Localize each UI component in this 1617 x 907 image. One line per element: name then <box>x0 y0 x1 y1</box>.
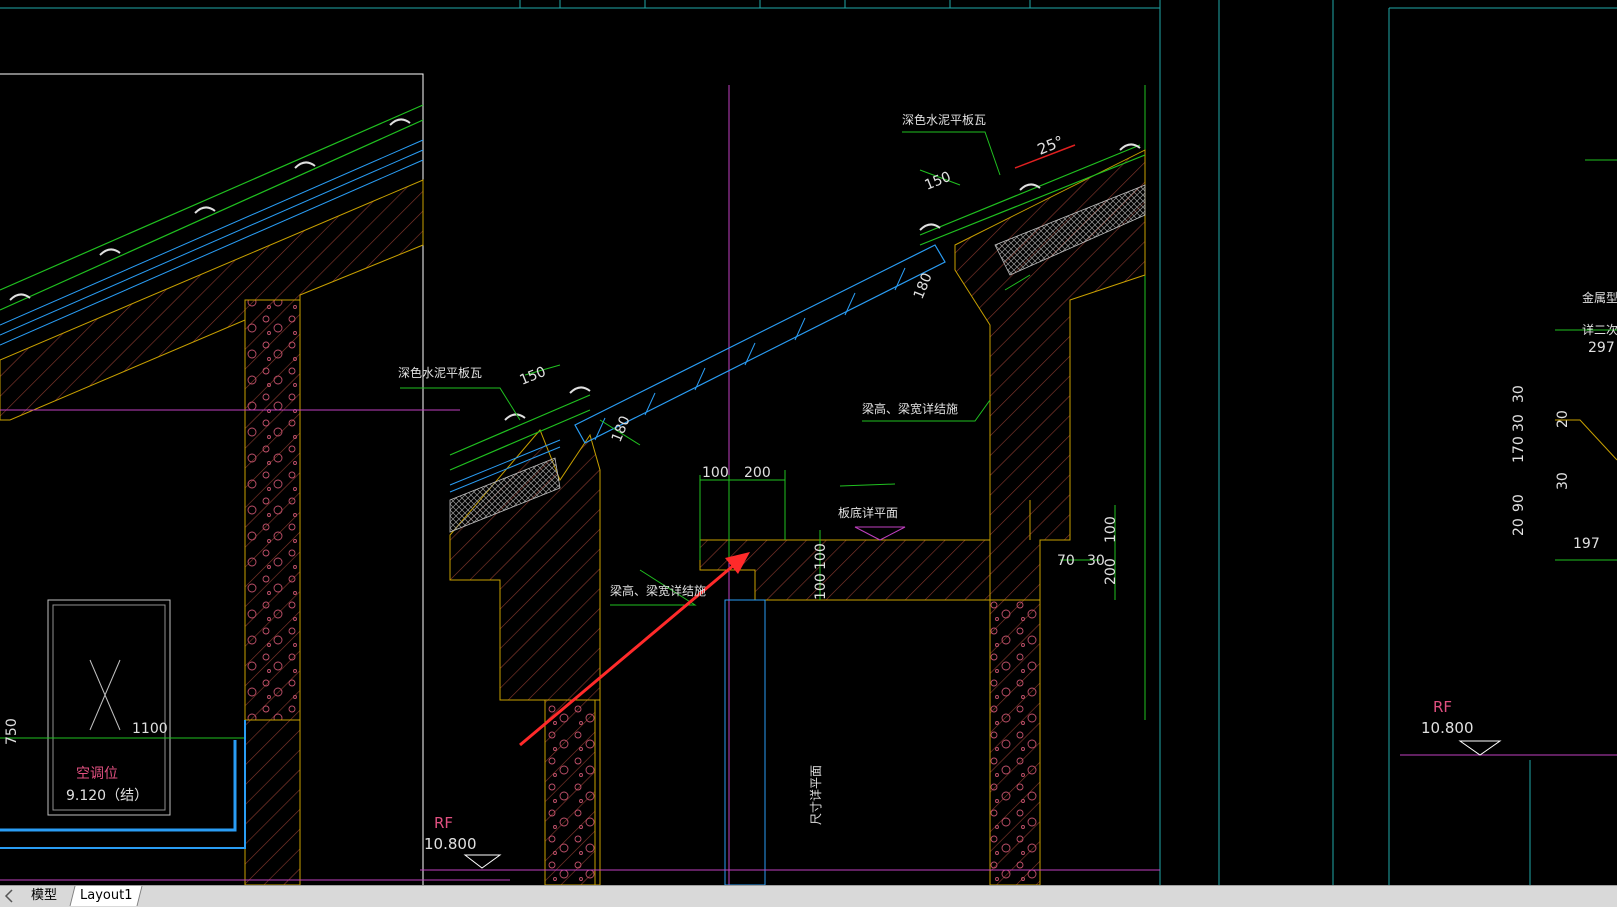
tab-nav-arrow-icon[interactable] <box>0 886 18 906</box>
dim-180-right: 180 <box>911 271 936 302</box>
dim-30c: 30 <box>1555 472 1571 490</box>
dim-30b: 30 <box>1511 414 1527 432</box>
dim-200-top: 200 <box>744 465 771 481</box>
metal-note: 金属型材 <box>1582 290 1617 305</box>
tile-note-left: 深色水泥平板瓦 <box>398 366 482 380</box>
tab-model-label: 模型 <box>30 888 57 903</box>
tab-layout1[interactable]: Layout1 <box>69 886 143 906</box>
rf-label-left: RF <box>434 814 453 832</box>
tab-layout1-label: Layout1 <box>79 888 133 903</box>
right-section-detail <box>1400 159 1617 885</box>
dim-20b: 20 <box>1511 518 1527 536</box>
dim-170: 170 <box>1511 436 1527 463</box>
dim-150-left: 150 <box>518 364 549 389</box>
dim-30a: 30 <box>1511 385 1527 403</box>
dim-1100: 1100 <box>132 721 168 737</box>
ac-level: 9.120（结） <box>66 788 148 804</box>
drawing-frame <box>0 0 1617 885</box>
dim-297: 297 <box>1588 340 1615 356</box>
rf-level-left: 10.800 <box>424 835 477 853</box>
cad-drawing[interactable]: 深色水泥平板瓦 深色水泥平板瓦 梁高、梁宽详结施 梁高、梁宽详结施 板底详平面 … <box>0 0 1617 885</box>
dim-197: 197 <box>1573 536 1600 552</box>
ac-label: 空调位 <box>76 766 118 782</box>
dim-100-top: 100 <box>702 465 729 481</box>
detail-note: 详二次设 <box>1582 322 1617 337</box>
middle-section-detail <box>400 85 1160 885</box>
dim-100-v2: 100 <box>813 573 829 600</box>
tab-model[interactable]: 模型 <box>18 886 70 906</box>
layout-tab-bar: 模型 Layout1 <box>0 885 1617 907</box>
dim-20a: 20 <box>1555 410 1571 428</box>
cad-viewport[interactable]: 深色水泥平板瓦 深色水泥平板瓦 梁高、梁宽详结施 梁高、梁宽详结施 板底详平面 … <box>0 0 1617 885</box>
dim-180-left: 180 <box>609 414 634 445</box>
dim-90: 90 <box>1511 494 1527 512</box>
dim-100-r: 100 <box>1103 516 1119 543</box>
size-plan-note: 尺寸详平面 <box>808 765 823 825</box>
rf-level-right: 10.800 <box>1421 719 1474 737</box>
beam-note-left: 梁高、梁宽详结施 <box>610 583 706 598</box>
dim-100-v1: 100 <box>813 543 829 570</box>
roof-angle: 25° <box>1035 132 1066 159</box>
slab-level-note: 板底详平面 <box>838 505 898 520</box>
tile-note-right: 深色水泥平板瓦 <box>902 113 986 127</box>
dim-70: 70 <box>1057 553 1075 569</box>
left-section-detail <box>0 73 510 885</box>
rf-label-right: RF <box>1433 698 1452 716</box>
dim-200-r: 200 <box>1103 558 1119 585</box>
dim-30: 30 <box>1087 553 1105 569</box>
beam-note-right: 梁高、梁宽详结施 <box>862 401 958 416</box>
dim-750: 750 <box>4 718 20 745</box>
